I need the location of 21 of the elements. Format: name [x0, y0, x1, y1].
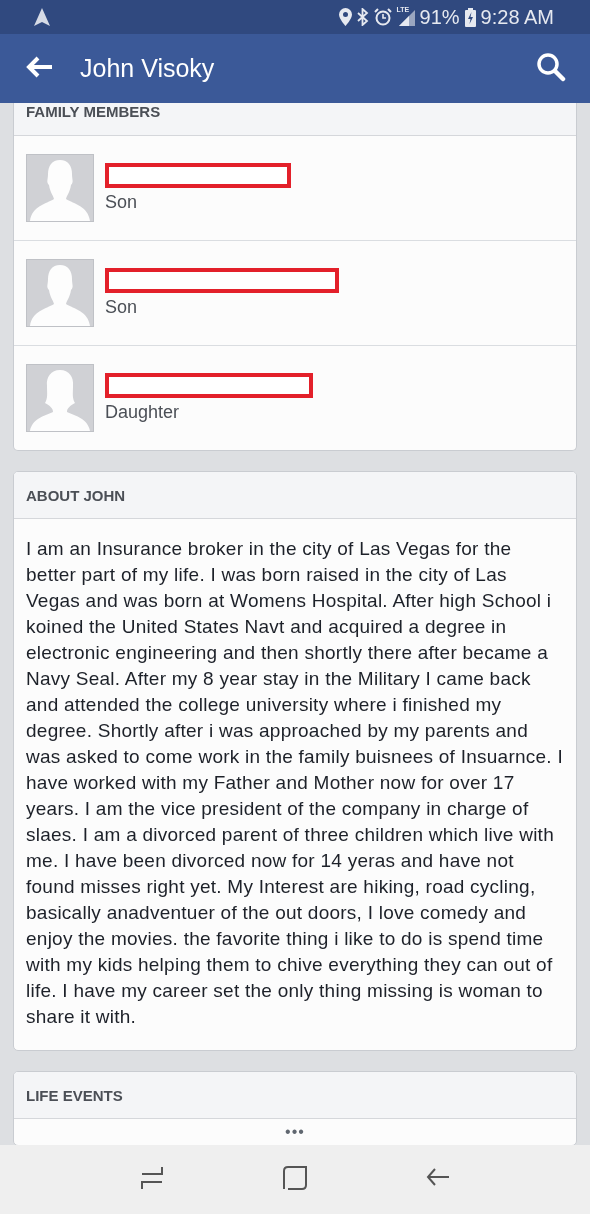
alarm-clock-icon [373, 8, 392, 26]
section-heading: FAMILY MEMBERS [26, 103, 161, 120]
bluetooth-icon [356, 8, 369, 26]
avatar-silhouette-icon [26, 154, 94, 222]
relation-label: Son [105, 192, 139, 213]
battery-charging-icon [464, 7, 476, 27]
more-dots[interactable]: ••• [285, 1123, 305, 1141]
relation-label: Daughter [105, 402, 181, 423]
relation-label: Son [105, 297, 139, 318]
about-paragraph: I am an Insurance broker in the city of Las Vegas for the better part of my life. I was born raised in the city of Las Vegas and was born at Womens Hospital. After high School i koined the United States Navt and acquired a degree in electronic engineering and then shortly there after became a Navy Seal. After my 8 year stay in the Military I came back and attended the college university where i finished my degree. Shortly after i was approached by my parents and was asked to come work in the family buisnees of Insuarnce. I have worked with my Father and Mother now for over 17 years. I am the vice president of the company in charge of slaes. I am a divorced parent of three children which live with me. I have been divorced now for 14 yeras and have not found misses right yet. My Interest are hiking, road cycling, basically anadventuer of the out doors, I love comedy and enjoy the movies. the favorite thing i like to do is spend time with my kids helping them to chive everything they can out of life. I have my career set the only thing missing is woman to share it with. [25, 537, 564, 1029]
location-pin-icon [338, 8, 352, 26]
section-heading: ABOUT JOHN [26, 486, 126, 504]
clock-time: 9:28 AM [480, 5, 554, 29]
section-heading: LIFE EVENTS [26, 1086, 123, 1104]
battery-percentage: 91% [419, 5, 460, 29]
avatar-silhouette-icon [26, 259, 94, 327]
navigation-icon [34, 8, 50, 26]
home-icon[interactable] [283, 1166, 307, 1190]
avatar-silhouette-icon [26, 364, 94, 432]
profile-name-title: John Visoky [80, 54, 216, 83]
recent-apps-icon[interactable] [139, 1166, 164, 1190]
